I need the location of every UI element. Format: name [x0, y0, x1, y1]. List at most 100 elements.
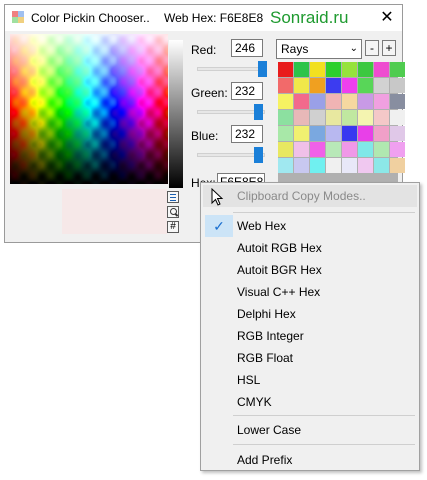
- menu-item-label: CMYK: [237, 395, 272, 409]
- menu-item-label: HSL: [237, 373, 261, 387]
- palette-swatch[interactable]: [342, 110, 357, 125]
- red-input[interactable]: 246: [231, 39, 263, 57]
- palette-combo[interactable]: Rays ⌄: [276, 39, 362, 59]
- color-spectrum[interactable]: [10, 34, 168, 184]
- palette-swatch[interactable]: [358, 62, 373, 77]
- blue-label: Blue:: [191, 129, 219, 143]
- menu-item[interactable]: Add Prefix: [203, 449, 417, 471]
- palette-swatch[interactable]: [278, 142, 293, 157]
- palette-swatch[interactable]: [358, 78, 373, 93]
- blue-slider-thumb[interactable]: [254, 147, 264, 163]
- tool-icons: #: [167, 191, 181, 236]
- palette-swatch[interactable]: [390, 78, 405, 93]
- palette-swatch[interactable]: [294, 78, 309, 93]
- palette-swatch[interactable]: [390, 62, 405, 77]
- palette-swatch[interactable]: [342, 62, 357, 77]
- palette-swatch[interactable]: [294, 126, 309, 141]
- palette-swatch[interactable]: [294, 62, 309, 77]
- palette-minus-button[interactable]: -: [365, 40, 379, 56]
- menu-item[interactable]: Delphi Hex: [203, 303, 417, 325]
- palette-swatch[interactable]: [342, 126, 357, 141]
- checkmark-icon: ✓: [205, 215, 233, 237]
- palette-swatch[interactable]: [310, 78, 325, 93]
- menu-item[interactable]: HSL: [203, 369, 417, 391]
- palette-swatch[interactable]: [390, 110, 405, 125]
- palette-swatch[interactable]: [310, 94, 325, 109]
- palette-swatch[interactable]: [358, 158, 373, 173]
- palette-swatch[interactable]: [326, 126, 341, 141]
- palette-swatch[interactable]: [294, 142, 309, 157]
- palette-swatch[interactable]: [390, 126, 405, 141]
- menu-separator: [233, 415, 415, 416]
- palette-swatch[interactable]: [390, 142, 405, 157]
- menu-item-label: Clipboard Copy Modes..: [237, 189, 366, 203]
- palette-swatch[interactable]: [294, 94, 309, 109]
- palette-swatch[interactable]: [326, 94, 341, 109]
- title-bar[interactable]: Color Pickin Chooser.. Web Hex: F6E8E8 S…: [5, 5, 402, 31]
- palette-swatch[interactable]: [326, 78, 341, 93]
- palette-swatch[interactable]: [342, 142, 357, 157]
- blue-input[interactable]: 232: [231, 125, 263, 143]
- menu-item-label: Autoit BGR Hex: [237, 263, 322, 277]
- app-icon-cell: [18, 17, 24, 23]
- green-input[interactable]: 232: [231, 82, 263, 100]
- clipboard-copy-modes-menu: Clipboard Copy Modes.. ✓ Web Hex Autoit RGB…: [200, 182, 420, 471]
- menu-item-label: Visual C++ Hex: [237, 285, 321, 299]
- green-slider-thumb[interactable]: [254, 104, 264, 120]
- palette-swatch[interactable]: [390, 94, 405, 109]
- palette-swatch[interactable]: [326, 62, 341, 77]
- palette-swatch[interactable]: [342, 78, 357, 93]
- palette-swatch[interactable]: [374, 142, 389, 157]
- menu-item[interactable]: CMYK: [203, 391, 417, 413]
- palette-swatch[interactable]: [310, 158, 325, 173]
- luminance-bar[interactable]: [169, 40, 183, 188]
- menu-item[interactable]: Autoit RGB Hex: [203, 237, 417, 259]
- palette-swatch[interactable]: [358, 110, 373, 125]
- palette-swatch[interactable]: [310, 142, 325, 157]
- palette-swatch[interactable]: [358, 94, 373, 109]
- red-slider-track[interactable]: [197, 67, 265, 71]
- menu-item[interactable]: Visual C++ Hex: [203, 281, 417, 303]
- palette-swatch[interactable]: [358, 142, 373, 157]
- palette-swatch[interactable]: [358, 126, 373, 141]
- palette-swatch[interactable]: [278, 110, 293, 125]
- menu-item[interactable]: ✓ Web Hex: [203, 215, 417, 237]
- palette-swatch[interactable]: [374, 78, 389, 93]
- palette-plus-button[interactable]: +: [382, 40, 396, 56]
- close-button[interactable]: ✕: [376, 7, 398, 29]
- palette-swatch[interactable]: [374, 110, 389, 125]
- palette-swatch[interactable]: [294, 110, 309, 125]
- palette-swatch[interactable]: [310, 62, 325, 77]
- menu-item-label: RGB Float: [237, 351, 294, 365]
- palette-swatch[interactable]: [342, 158, 357, 173]
- palette-swatch[interactable]: [342, 94, 357, 109]
- palette-swatch[interactable]: [278, 158, 293, 173]
- menu-item[interactable]: RGB Float: [203, 347, 417, 369]
- palette-swatch[interactable]: [374, 126, 389, 141]
- palette-swatch[interactable]: [310, 126, 325, 141]
- palette-swatch[interactable]: [278, 126, 293, 141]
- palette-swatch[interactable]: [390, 158, 405, 173]
- palette-swatch[interactable]: [326, 142, 341, 157]
- palette-swatch[interactable]: [294, 158, 309, 173]
- palette-swatch[interactable]: [374, 62, 389, 77]
- palette-swatch[interactable]: [278, 78, 293, 93]
- zoom-icon[interactable]: [167, 206, 179, 218]
- menu-item[interactable]: Autoit BGR Hex: [203, 259, 417, 281]
- palette-swatch[interactable]: [326, 158, 341, 173]
- red-label: Red:: [191, 43, 217, 57]
- palette-swatch[interactable]: [374, 158, 389, 173]
- grid-icon[interactable]: #: [167, 221, 179, 233]
- palette-swatch[interactable]: [278, 94, 293, 109]
- menu-item-label: Lower Case: [237, 423, 302, 437]
- palette-swatch[interactable]: [374, 94, 389, 109]
- red-slider-thumb[interactable]: [257, 61, 267, 77]
- list-icon[interactable]: [167, 191, 179, 203]
- app-icon: [12, 11, 24, 23]
- palette-swatch[interactable]: [278, 62, 293, 77]
- menu-item[interactable]: Lower Case: [203, 419, 417, 441]
- palette-swatch[interactable]: [310, 110, 325, 125]
- palette-swatch[interactable]: [326, 110, 341, 125]
- menu-item[interactable]: RGB Integer: [203, 325, 417, 347]
- mouse-cursor-icon: [211, 188, 224, 206]
